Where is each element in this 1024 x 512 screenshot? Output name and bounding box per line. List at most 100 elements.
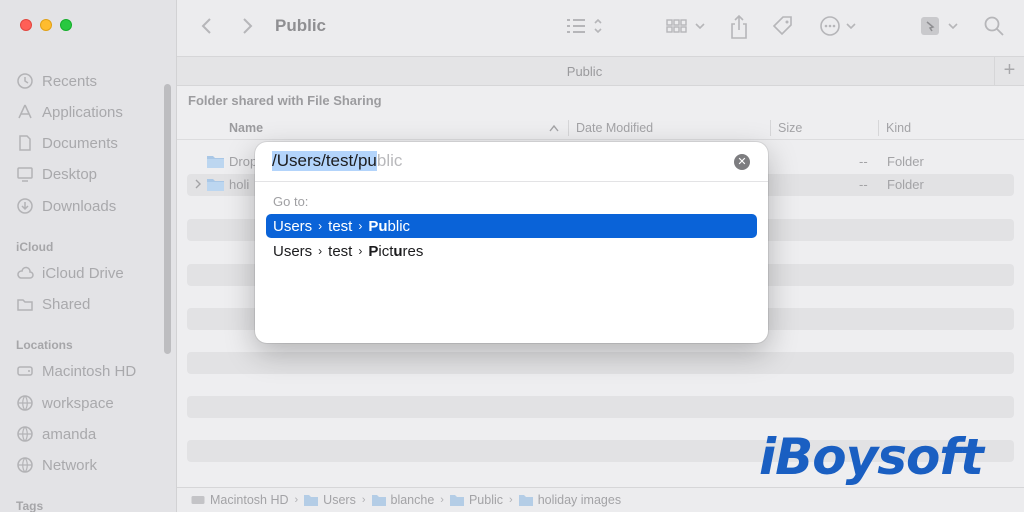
- suggestion-match: Public: [368, 218, 410, 235]
- chevron-right-icon: ›: [318, 219, 323, 233]
- empty-row-stripe: [187, 352, 1014, 374]
- forward-icon[interactable]: [239, 14, 255, 38]
- globe-icon: [17, 395, 33, 411]
- column-divider: [568, 120, 569, 136]
- row-kind: Folder: [887, 154, 924, 169]
- sidebar-section-locations: Locations: [16, 338, 73, 352]
- path-segment[interactable]: holiday images: [518, 493, 621, 507]
- path-segment[interactable]: blanche: [371, 493, 435, 507]
- row-kind: Folder: [887, 177, 924, 192]
- disk-icon: [191, 496, 205, 504]
- folder-icon: [304, 495, 319, 506]
- folder-icon: [207, 179, 224, 191]
- list-view-icon[interactable]: [565, 14, 605, 38]
- sidebar-item-applications[interactable]: Applications: [16, 101, 123, 123]
- goto-label: Go to:: [273, 194, 309, 209]
- window-controls: [20, 19, 72, 31]
- path-segment[interactable]: Public: [449, 493, 503, 507]
- path-segment-label: Users: [323, 493, 356, 507]
- chevron-right-icon: ›: [358, 219, 363, 233]
- new-tab-button[interactable]: +: [994, 57, 1024, 85]
- column-size[interactable]: Size: [778, 121, 802, 135]
- more-actions-icon[interactable]: [819, 14, 863, 38]
- disclosure-chevron-icon[interactable]: [194, 178, 202, 190]
- sharing-info-bar: Folder shared with File Sharing: [188, 93, 382, 108]
- column-date-modified[interactable]: Date Modified: [576, 121, 653, 135]
- match-highlight: u: [393, 242, 403, 260]
- suggestion-item[interactable]: Users › test › Public: [266, 214, 757, 238]
- sidebar-item-network[interactable]: Network: [16, 454, 97, 476]
- tab-bar: Public +: [177, 56, 1024, 86]
- tab-public[interactable]: Public: [177, 64, 992, 79]
- sidebar-item-label: Network: [42, 456, 98, 474]
- sidebar-item-documents[interactable]: Documents: [16, 132, 118, 154]
- row-name: holi: [229, 177, 250, 192]
- iboysoft-logo: iBoysoft: [759, 428, 984, 486]
- zoom-window-button[interactable]: [60, 19, 72, 31]
- path-input-text[interactable]: /Users/test/pu blic: [272, 151, 402, 171]
- path-segment-label: blanche: [390, 493, 435, 507]
- window-title: Public: [275, 16, 327, 35]
- path-segment[interactable]: Macintosh HD: [191, 493, 289, 507]
- sidebar-item-recents[interactable]: Recents: [16, 70, 97, 92]
- sidebar-item-label: Macintosh HD: [42, 362, 137, 380]
- column-divider: [878, 120, 879, 136]
- search-icon[interactable]: [983, 14, 1005, 38]
- sidebar-item-shared[interactable]: Shared: [16, 293, 90, 315]
- minimize-window-button[interactable]: [40, 19, 52, 31]
- sidebar-item-label: Shared: [42, 295, 91, 313]
- globe-icon: [17, 457, 33, 473]
- path-separator-icon: ›: [361, 494, 366, 506]
- app-extension-icon[interactable]: [919, 14, 965, 38]
- match-rest: res: [402, 242, 424, 260]
- sidebar-section-icloud: iCloud: [16, 240, 54, 254]
- sort-ascending-icon[interactable]: [549, 124, 559, 132]
- applications-icon: [18, 104, 32, 119]
- path-segment[interactable]: Users: [304, 493, 356, 507]
- sidebar-item-amanda[interactable]: amanda: [16, 423, 96, 445]
- suggestion-item[interactable]: Users › test › Pictures: [266, 239, 757, 263]
- chevron-right-icon: ›: [358, 244, 363, 258]
- close-window-button[interactable]: [20, 19, 32, 31]
- clear-input-icon[interactable]: ✕: [734, 154, 750, 170]
- column-name[interactable]: Name: [229, 121, 263, 135]
- suggestion-segment: test: [328, 217, 353, 235]
- tag-icon[interactable]: [771, 14, 795, 38]
- sidebar-item-label: iCloud Drive: [42, 264, 124, 282]
- column-divider: [770, 120, 771, 136]
- suggestion-segment: Users: [273, 217, 313, 235]
- path-input[interactable]: /Users/test/pu blic ✕: [255, 142, 768, 182]
- folder-icon: [371, 495, 386, 506]
- download-icon: [17, 198, 33, 214]
- group-icon[interactable]: [665, 14, 709, 38]
- path-separator-icon: ›: [294, 494, 299, 506]
- sidebar-item-macintosh-hd[interactable]: Macintosh HD: [16, 360, 136, 382]
- autocomplete-ghost-text: blic: [376, 151, 403, 170]
- back-icon[interactable]: [199, 14, 215, 38]
- sidebar-item-icloud-drive[interactable]: iCloud Drive: [16, 262, 124, 284]
- cloud-icon: [17, 266, 34, 279]
- column-headers: Name Date Modified Size Kind: [177, 116, 1024, 140]
- sidebar-item-downloads[interactable]: Downloads: [16, 195, 116, 217]
- sidebar: Recents Applications Documents Desktop D…: [0, 0, 177, 512]
- folder-icon: [207, 156, 224, 168]
- suggestion-segment: test: [328, 242, 353, 260]
- share-icon[interactable]: [729, 14, 749, 40]
- globe-icon: [17, 426, 33, 442]
- sidebar-item-desktop[interactable]: Desktop: [16, 163, 97, 185]
- suggestion-segment: Users: [273, 242, 313, 260]
- path-segment-label: Macintosh HD: [210, 493, 289, 507]
- path-separator-icon: ›: [509, 494, 513, 506]
- column-kind[interactable]: Kind: [886, 121, 911, 135]
- folder-icon: [449, 495, 464, 506]
- row-name: Drop: [229, 154, 258, 169]
- shared-folder-icon: [17, 299, 33, 311]
- match-rest: ict: [378, 242, 394, 260]
- clock-icon: [17, 73, 33, 89]
- chevron-right-icon: ›: [318, 244, 323, 258]
- sidebar-scrollbar[interactable]: [164, 84, 171, 354]
- suggestion-match: Pictures: [368, 243, 423, 260]
- sidebar-section-tags: Tags: [16, 499, 44, 512]
- sidebar-item-label: Documents: [42, 134, 118, 152]
- sidebar-item-workspace[interactable]: workspace: [16, 392, 114, 414]
